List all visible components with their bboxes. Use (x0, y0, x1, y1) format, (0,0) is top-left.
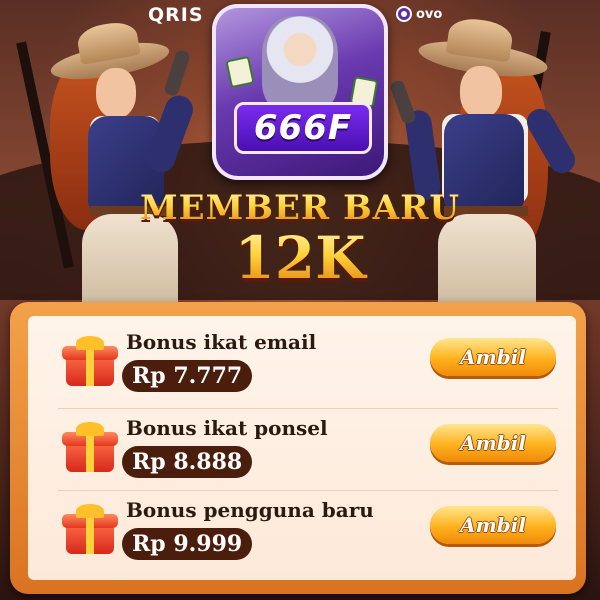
ovo-label: ovo (416, 6, 443, 22)
bonus-row-new-user: Bonus pengguna baru Rp 9.999 Ambil (28, 490, 576, 574)
bonus-title: Bonus ikat ponsel (126, 416, 328, 440)
bonus-title: Bonus ikat email (126, 330, 317, 354)
bonus-amount: Rp 8.888 (122, 446, 253, 478)
claim-button-phone[interactable]: Ambil (430, 424, 556, 462)
ovo-icon (396, 6, 412, 22)
zeus-logo-icon (262, 16, 338, 112)
headline-member-baru: MEMBER BARU (0, 188, 600, 228)
bonus-title: Bonus pengguna baru (126, 498, 374, 522)
logo-text: 666F (234, 102, 372, 154)
bonus-panel: Bonus ikat email Rp 7.777 Ambil Bonus ik… (10, 302, 586, 594)
mahjong-tile-icon (225, 55, 255, 89)
claim-button-new-user[interactable]: Ambil (430, 506, 556, 544)
qris-logo: QRIS (148, 4, 204, 26)
gift-icon (62, 336, 118, 388)
bonus-list: Bonus ikat email Rp 7.777 Ambil Bonus ik… (28, 316, 576, 580)
bonus-row-email: Bonus ikat email Rp 7.777 Ambil (28, 322, 576, 406)
gift-icon (62, 504, 118, 556)
ovo-logo: ovo (396, 6, 442, 22)
bonus-row-phone: Bonus ikat ponsel Rp 8.888 Ambil (28, 408, 576, 492)
bonus-amount: Rp 9.999 (122, 528, 253, 560)
claim-button-email[interactable]: Ambil (430, 338, 556, 376)
gift-icon (62, 422, 118, 474)
headline-amount: 12K (0, 224, 600, 292)
app-logo: 666F (212, 4, 388, 180)
bonus-amount: Rp 7.777 (122, 360, 253, 392)
